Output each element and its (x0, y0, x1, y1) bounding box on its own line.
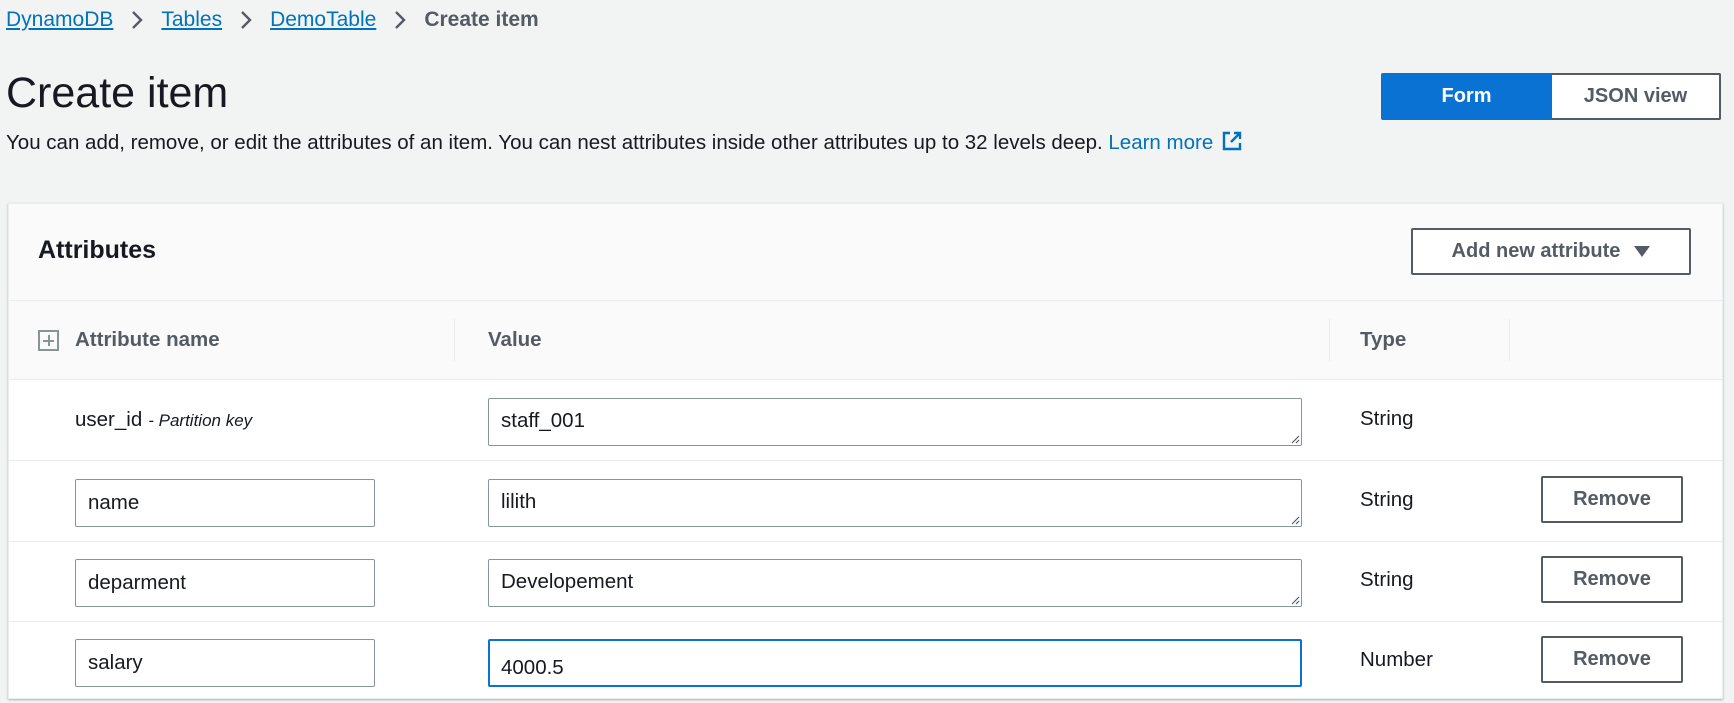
attribute-name-input[interactable] (75, 639, 375, 687)
learn-more-label: Learn more (1108, 131, 1214, 154)
json-view-button[interactable]: JSON view (1552, 73, 1721, 120)
chevron-right-icon (222, 10, 270, 30)
breadcrumb: DynamoDB Tables DemoTable Create item (6, 8, 539, 32)
chevron-right-icon (376, 10, 424, 30)
attributes-panel: Attributes Add new attribute Attribute n… (8, 203, 1723, 699)
value-input[interactable]: staff_001 (488, 398, 1302, 446)
column-divider (1509, 319, 1510, 361)
partition-key-name: user_id - Partition key (75, 408, 252, 432)
page-title: Create item (6, 69, 229, 117)
expand-all-icon[interactable] (38, 330, 59, 351)
table-row: lilith String Remove (9, 461, 1722, 542)
attribute-type: String (1360, 407, 1414, 430)
breadcrumb-current: Create item (424, 8, 539, 31)
remove-button[interactable]: Remove (1541, 476, 1683, 523)
attribute-type: String (1360, 488, 1414, 511)
attribute-name-input[interactable] (75, 479, 375, 527)
learn-more-link[interactable]: Learn more (1108, 131, 1243, 154)
column-header-type: Type (1360, 328, 1407, 351)
column-header-attribute-name: Attribute name (75, 328, 220, 351)
column-header-value: Value (488, 328, 542, 351)
table-row: Developement String Remove (9, 541, 1722, 622)
form-view-button[interactable]: Form (1381, 73, 1552, 120)
remove-button[interactable]: Remove (1541, 556, 1683, 603)
add-new-attribute-button[interactable]: Add new attribute (1411, 228, 1691, 275)
value-input[interactable]: lilith (488, 479, 1302, 527)
column-divider (1329, 319, 1330, 361)
page-description: You can add, remove, or edit the attribu… (6, 130, 1243, 156)
description-text: You can add, remove, or edit the attribu… (6, 131, 1103, 154)
attributes-header: Attributes Add new attribute (9, 204, 1722, 301)
column-divider (454, 319, 455, 361)
breadcrumb-tables[interactable]: Tables (161, 8, 222, 32)
table-header: Attribute name Value Type (9, 301, 1722, 380)
breadcrumb-demotable[interactable]: DemoTable (270, 8, 376, 32)
value-input[interactable]: Developement (488, 559, 1302, 607)
attribute-type: Number (1360, 648, 1433, 671)
attributes-title: Attributes (38, 236, 157, 264)
breadcrumb-dynamodb[interactable]: DynamoDB (6, 8, 113, 32)
value-input[interactable] (488, 639, 1302, 687)
table-row: Number Remove (9, 621, 1722, 698)
external-link-icon (1223, 131, 1242, 151)
chevron-right-icon (113, 10, 161, 30)
caret-down-icon (1634, 246, 1651, 257)
view-toggle: Form JSON view (1381, 73, 1721, 120)
attribute-type: String (1360, 568, 1414, 591)
remove-button[interactable]: Remove (1541, 636, 1683, 683)
add-new-attribute-label: Add new attribute (1451, 240, 1621, 262)
partition-key-label: - Partition key (148, 411, 253, 430)
table-row: user_id - Partition key staff_001 String (9, 380, 1722, 461)
attribute-name-input[interactable] (75, 559, 375, 607)
attribute-name: user_id (75, 408, 143, 431)
